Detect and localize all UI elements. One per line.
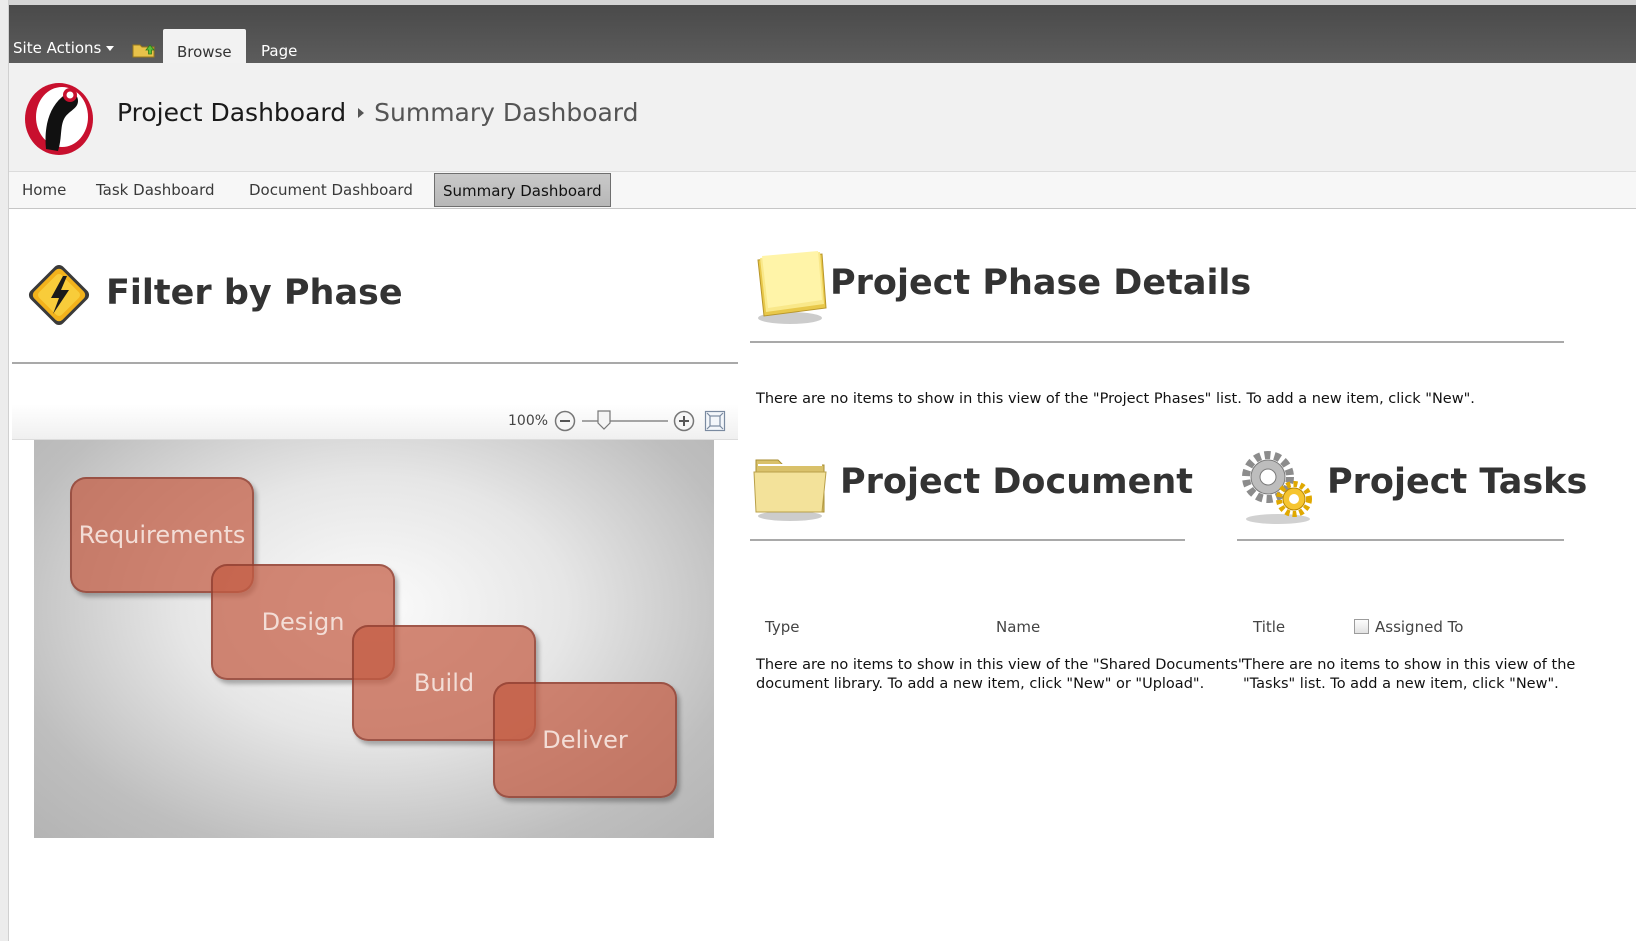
warning-lightning-icon xyxy=(28,264,90,326)
phase-details-empty-message: There are no items to show in this view … xyxy=(756,391,1475,407)
assigned-to-checkbox[interactable] xyxy=(1354,619,1369,634)
documents-empty-message-line1: There are no items to show in this view … xyxy=(756,657,1245,673)
site-actions-menu[interactable]: Site Actions xyxy=(13,39,115,57)
nav-item-home[interactable]: Home xyxy=(22,181,66,199)
column-header-assigned-to[interactable]: Assigned To xyxy=(1375,618,1463,636)
phase-details-divider xyxy=(750,341,1564,343)
tasks-title-divider xyxy=(1237,539,1564,541)
filter-title-divider xyxy=(12,362,738,364)
project-tasks-title: Project Tasks xyxy=(1327,462,1588,502)
column-header-title[interactable]: Title xyxy=(1253,618,1285,636)
chevron-down-icon xyxy=(106,46,115,51)
project-document-title: Project Document xyxy=(840,462,1193,502)
breadcrumb-separator-icon xyxy=(358,107,365,118)
navigate-up-icon[interactable] xyxy=(131,39,157,59)
tasks-empty-message-line2: "Tasks" list. To add a new item, click "… xyxy=(1243,676,1559,692)
sticky-note-icon xyxy=(757,251,827,324)
tasks-empty-message-line1: There are no items to show in this view … xyxy=(1243,657,1576,673)
page-title: Summary Dashboard xyxy=(374,98,639,127)
nav-item-document-dashboard[interactable]: Document Dashboard xyxy=(249,181,413,199)
zoom-slider[interactable] xyxy=(580,408,670,434)
gears-icon xyxy=(1242,451,1312,524)
nav-item-summary-dashboard[interactable]: Summary Dashboard xyxy=(434,173,611,207)
tab-browse[interactable]: Browse xyxy=(163,29,246,67)
tab-page[interactable]: Page xyxy=(247,29,311,63)
zoom-level: 100% xyxy=(508,413,549,429)
site-logo-icon[interactable] xyxy=(22,79,96,157)
column-header-name[interactable]: Name xyxy=(996,618,1040,636)
zoom-out-icon[interactable] xyxy=(554,410,576,432)
site-header: Project Dashboard Summary Dashboard xyxy=(9,63,1636,171)
folder-icon xyxy=(753,459,827,521)
site-actions-label: Site Actions xyxy=(13,39,102,57)
zoom-in-icon[interactable] xyxy=(673,410,695,432)
document-title-divider xyxy=(750,539,1185,541)
phase-filter-canvas: Requirements Design Build Deliver xyxy=(34,440,714,838)
breadcrumb: Project Dashboard Summary Dashboard xyxy=(117,98,639,127)
fit-to-screen-icon[interactable] xyxy=(704,410,726,432)
nav-item-task-dashboard[interactable]: Task Dashboard xyxy=(96,181,215,199)
project-phase-details-title: Project Phase Details xyxy=(830,263,1252,303)
column-header-type[interactable]: Type xyxy=(765,618,799,636)
phase-deliver-button[interactable]: Deliver xyxy=(493,682,677,798)
ribbon: Site Actions Browse Page xyxy=(9,5,1636,67)
documents-empty-message-line2: document library. To add a new item, cli… xyxy=(756,676,1205,692)
filter-by-phase-title: Filter by Phase xyxy=(106,273,403,313)
breadcrumb-site-link[interactable]: Project Dashboard xyxy=(117,98,346,127)
window-left-border xyxy=(0,0,9,941)
top-navigation: Home Task Dashboard Document Dashboard S… xyxy=(9,171,1636,209)
